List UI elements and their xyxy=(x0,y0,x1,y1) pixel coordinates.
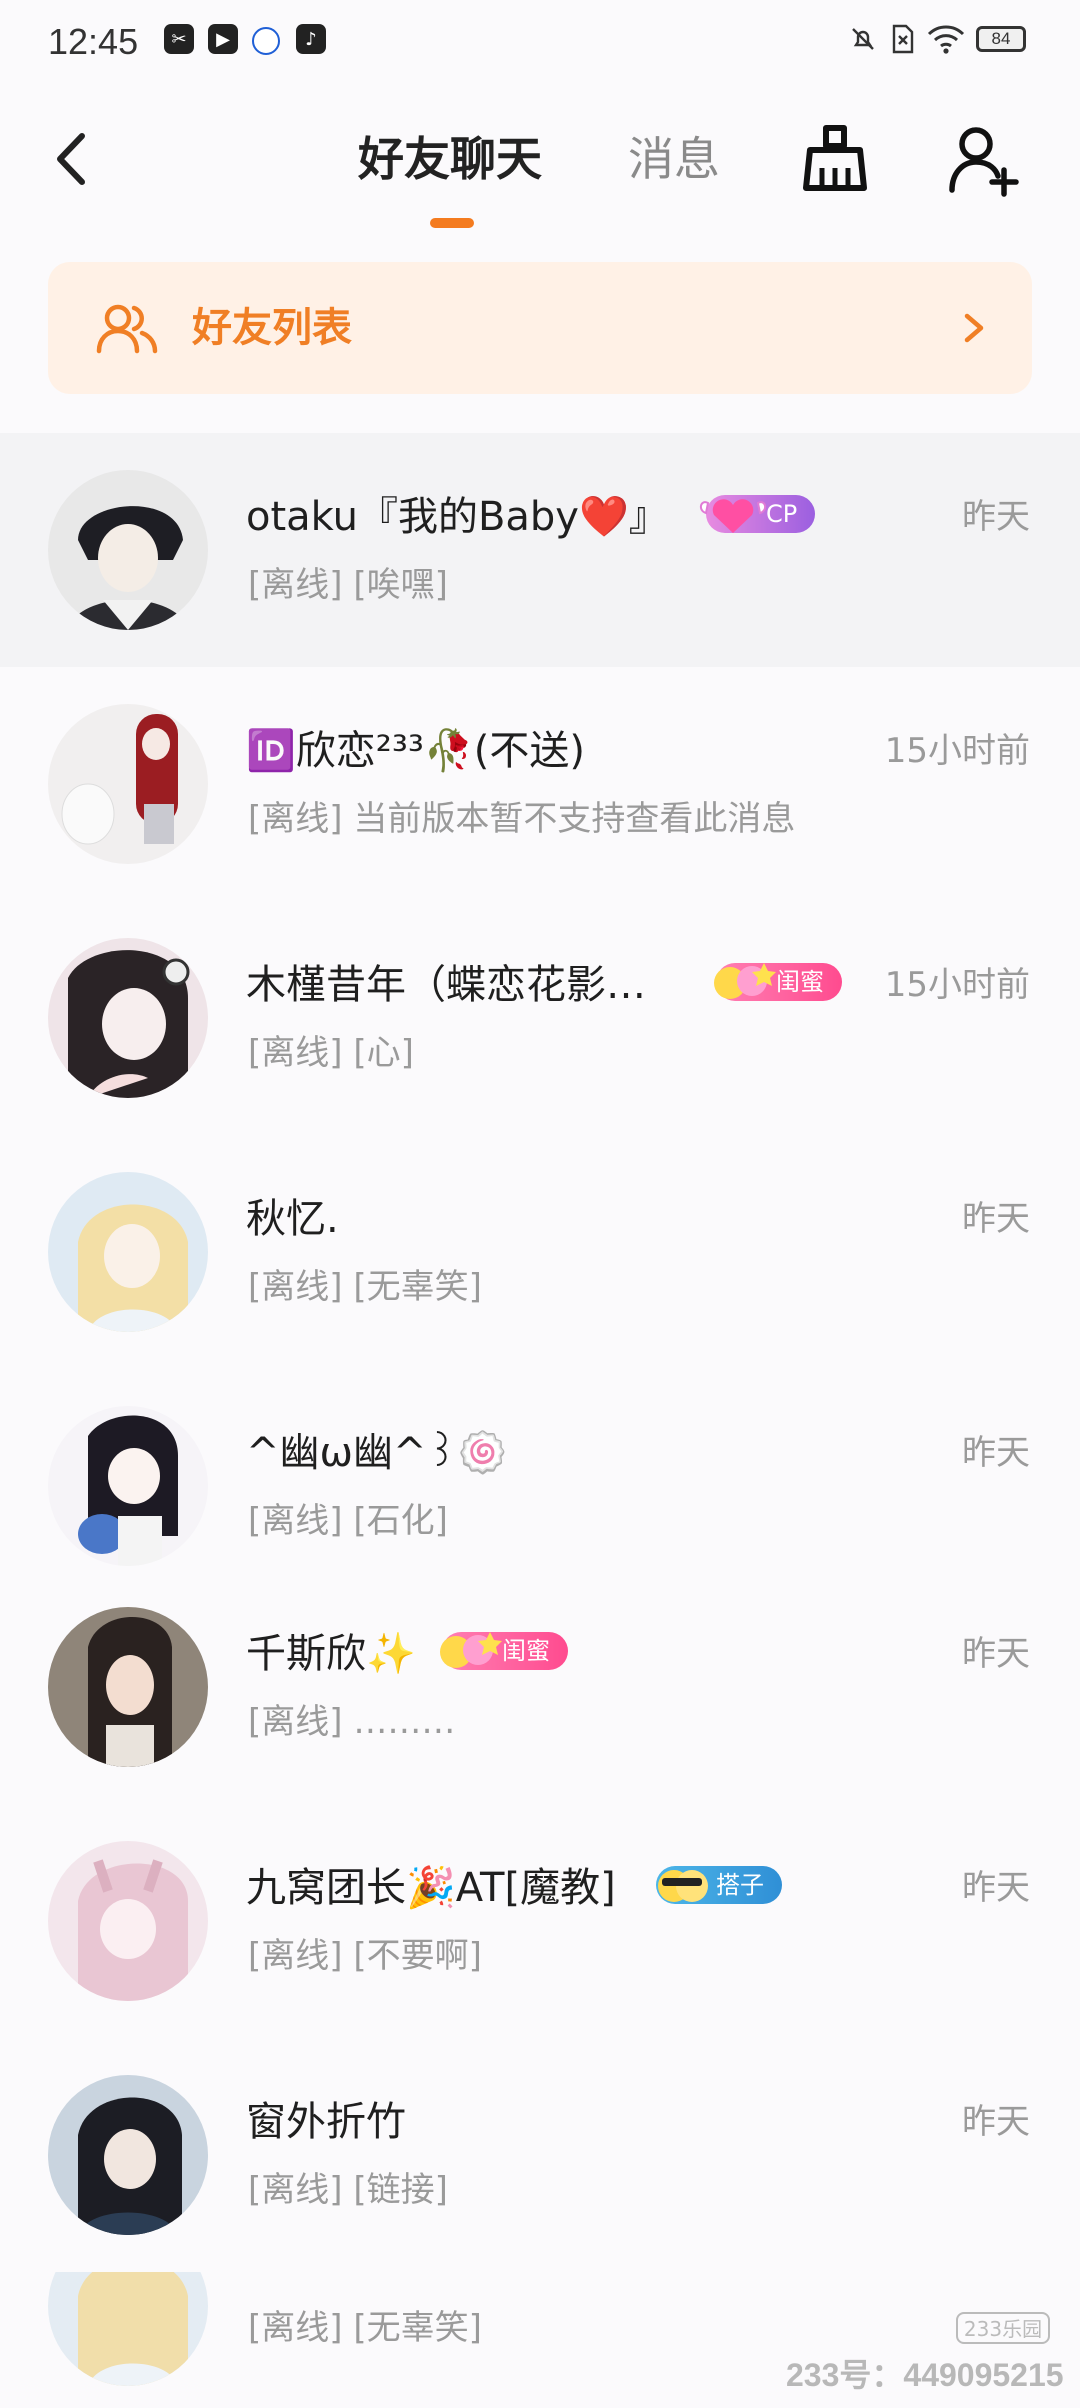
avatar xyxy=(48,470,208,630)
watermark-id: 233号：449095215 xyxy=(786,2357,1064,2393)
last-message-time: 15小时前 xyxy=(884,731,1030,771)
online-status: [离线] xyxy=(248,1033,343,1073)
battery-indicator: 84 xyxy=(976,26,1026,52)
contact-name: 窗外折竹 xyxy=(246,2099,406,2145)
avatar xyxy=(48,1607,208,1767)
last-message-time: 昨天 xyxy=(962,1868,1030,1908)
conversation-row[interactable]: 木槿昔年（蝶恋花影… 闺蜜 15小时前 [离线] [心] xyxy=(0,901,1080,1135)
contact-name: ^幽ω幽^꒱🍥 xyxy=(246,1430,508,1476)
contact-name: 秋忆. xyxy=(246,1196,339,1242)
relation-badge-text: 闺蜜 xyxy=(776,968,824,996)
contact-name: 木槿昔年（蝶恋花影… xyxy=(246,962,646,1008)
relation-badge: 闺蜜 xyxy=(440,1632,568,1670)
relation-badge: 闺蜜 xyxy=(714,963,842,1001)
conversation-row[interactable]: otaku『我的Baby❤️』 CP 昨天 [离线] [唉嘿] xyxy=(0,433,1080,667)
wifi-icon xyxy=(926,24,966,54)
chevron-right-icon xyxy=(962,308,986,348)
message-preview: [无辜笑] xyxy=(353,1267,482,1307)
relation-badge-text: 搭子 xyxy=(716,1871,764,1899)
online-status: [离线] xyxy=(248,799,343,839)
avatar xyxy=(48,2075,208,2235)
status-bar: 12:45 ✂ ▶ ♪ 84 xyxy=(0,0,1080,84)
message-preview: ……… xyxy=(353,1702,456,1742)
last-message-time: 昨天 xyxy=(962,2102,1030,2142)
relation-badge: CP xyxy=(700,495,816,533)
online-status: [离线] xyxy=(248,1267,343,1307)
online-status: [离线] xyxy=(248,1501,343,1541)
status-time: 12:45 xyxy=(48,21,139,62)
conversation-row[interactable]: 秋忆. 昨天 [离线] [无辜笑] xyxy=(0,1135,1080,1369)
last-message-time: 昨天 xyxy=(962,1199,1030,1239)
contact-name: 千斯欣✨ xyxy=(246,1631,416,1677)
message-preview: [无辜笑] xyxy=(353,2308,482,2348)
avatar xyxy=(48,1406,208,1566)
watermark-logo: 233乐园 xyxy=(956,2312,1050,2344)
tab-friends-chat[interactable]: 好友聊天 xyxy=(358,124,542,194)
last-message-time: 昨天 xyxy=(962,1433,1030,1473)
friend-list-label: 好友列表 xyxy=(192,305,352,351)
avatar xyxy=(48,1841,208,2001)
contact-name: 🆔欣恋²³³🥀(不送) xyxy=(246,728,585,774)
contact-name: otaku『我的Baby❤️』 xyxy=(246,494,669,540)
video-app-icon: ▶ xyxy=(208,24,238,54)
clear-broom-icon[interactable] xyxy=(796,120,874,198)
relation-badge-text: 闺蜜 xyxy=(502,1637,550,1665)
message-preview: [不要啊] xyxy=(353,1936,482,1976)
relation-badge: 搭子 xyxy=(656,1866,782,1904)
tab-messages[interactable]: 消息 xyxy=(628,124,720,194)
conversation-row[interactable]: 窗外折竹 昨天 [离线] [链接] xyxy=(0,2038,1080,2272)
active-tab-indicator xyxy=(430,218,474,228)
back-icon[interactable] xyxy=(46,124,96,194)
contact-name: 九窝团长🎉AT[魔教] xyxy=(246,1865,616,1911)
last-message-time: 昨天 xyxy=(962,1634,1030,1674)
friend-list-button[interactable]: 好友列表 xyxy=(48,262,1032,394)
message-preview: [石化] xyxy=(353,1501,448,1541)
mute-icon xyxy=(848,24,878,54)
circle-app-icon xyxy=(252,27,280,55)
avatar xyxy=(48,1172,208,1332)
conversation-row[interactable]: 千斯欣✨ 闺蜜 昨天 [离线] ……… xyxy=(0,1570,1080,1804)
top-header: 好友聊天 消息 xyxy=(0,84,1080,234)
message-preview: 当前版本暂不支持查看此消息 xyxy=(353,799,796,839)
friends-icon xyxy=(96,302,158,354)
conversation-row[interactable]: ^幽ω幽^꒱🍥 昨天 [离线] [石化] xyxy=(0,1369,1080,1603)
online-status: [离线] xyxy=(248,1702,343,1742)
avatar xyxy=(48,2272,208,2386)
conversation-row[interactable]: 九窝团长🎉AT[魔教] 搭子 昨天 [离线] [不要啊] xyxy=(0,1804,1080,2038)
avatar xyxy=(48,704,208,864)
conversation-row[interactable]: 🆔欣恋²³³🥀(不送) 15小时前 [离线] 当前版本暂不支持查看此消息 xyxy=(0,667,1080,901)
tiktok-icon: ♪ xyxy=(296,24,326,54)
sim-off-icon xyxy=(890,24,916,54)
last-message-time: 15小时前 xyxy=(884,965,1030,1005)
online-status: [离线] xyxy=(248,565,343,605)
avatar xyxy=(48,938,208,1098)
last-message-time: 昨天 xyxy=(962,497,1030,537)
message-preview: [链接] xyxy=(353,2170,448,2210)
online-status: [离线] xyxy=(248,2308,343,2348)
add-friend-icon[interactable] xyxy=(944,120,1022,198)
message-preview: [唉嘿] xyxy=(353,565,448,605)
online-status: [离线] xyxy=(248,1936,343,1976)
message-preview: [心] xyxy=(353,1033,414,1073)
gallery-app-icon: ✂ xyxy=(164,24,194,54)
relation-badge-text: CP xyxy=(766,500,798,528)
online-status: [离线] xyxy=(248,2170,343,2210)
